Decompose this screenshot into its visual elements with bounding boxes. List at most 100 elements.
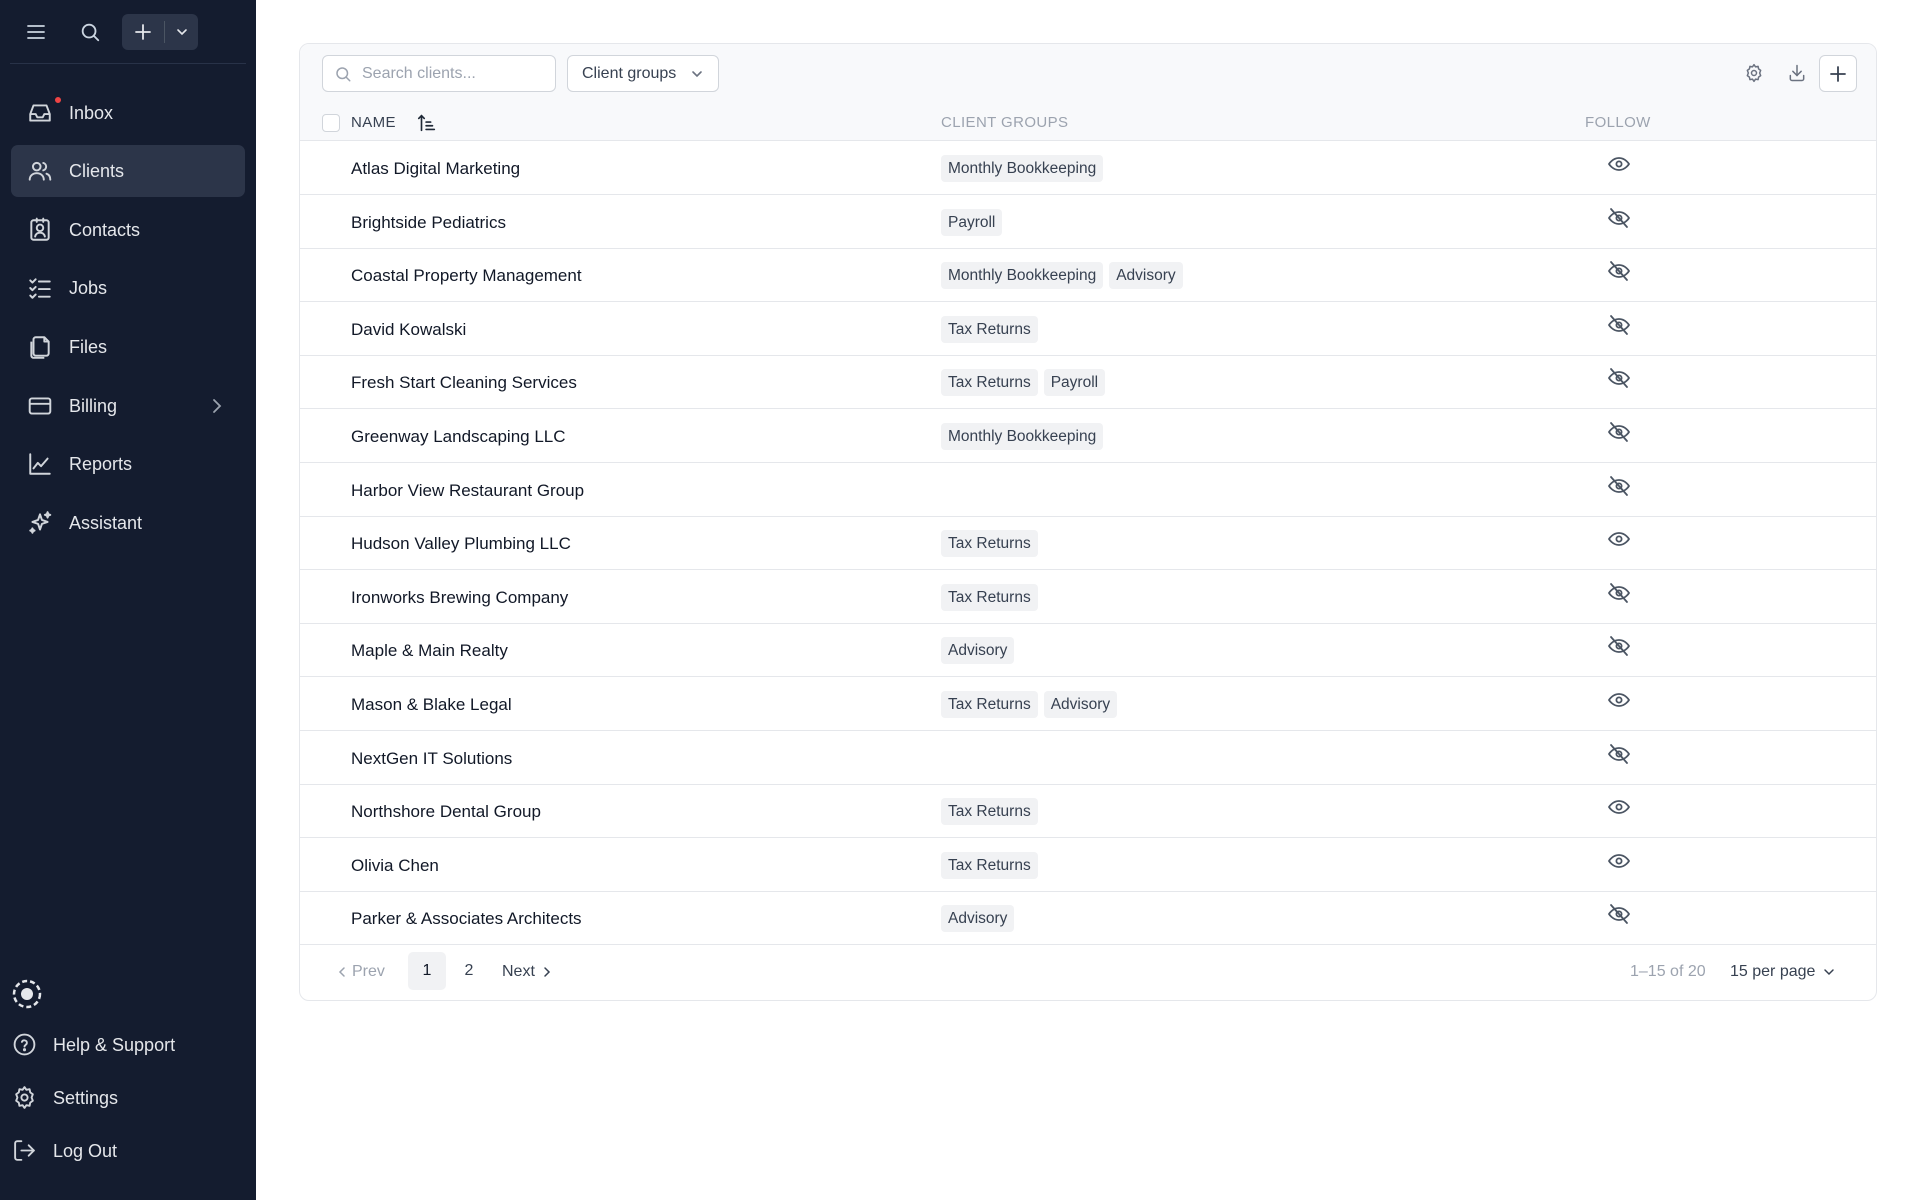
sidebar-item-clients[interactable]: Clients: [11, 145, 245, 197]
client-group-tag: Tax Returns: [941, 798, 1038, 826]
client-group-tag: Monthly Bookkeeping: [941, 155, 1104, 182]
hamburger-icon[interactable]: [22, 18, 50, 46]
sidebar-item-inbox[interactable]: Inbox: [11, 87, 245, 139]
client-group-tag: Advisory: [941, 637, 1015, 665]
client-name[interactable]: Olivia Chen: [351, 855, 439, 876]
eye-off-icon[interactable]: [1607, 581, 1631, 605]
eye-icon[interactable]: [1607, 795, 1631, 819]
contact-card-icon: [27, 217, 53, 243]
eye-off-icon[interactable]: [1607, 742, 1631, 766]
client-groups-cell: Tax Returns: [941, 315, 1038, 343]
select-all-checkbox[interactable]: [322, 114, 340, 132]
chevron-down-icon: [1824, 969, 1835, 976]
sort-ascending-icon[interactable]: [416, 112, 438, 134]
client-groups-cell: Tax Returns Advisory: [941, 691, 1118, 718]
clients-table-card: Client groups NAME CLIENT GROUPS FOLLOW …: [299, 43, 1877, 1001]
page-button-1[interactable]: 1: [408, 952, 446, 990]
table-row[interactable]: David Kowalski Tax Returns: [300, 303, 1876, 356]
client-name[interactable]: Hudson Valley Plumbing LLC: [351, 533, 571, 554]
eye-off-icon[interactable]: [1607, 259, 1631, 283]
eye-icon[interactable]: [1607, 152, 1631, 176]
sidebar-item-contacts[interactable]: Contacts: [11, 204, 245, 256]
gear-icon: [12, 1085, 37, 1110]
client-group-tag: Tax Returns: [941, 369, 1038, 397]
table-row[interactable]: Harbor View Restaurant Group: [300, 464, 1876, 517]
client-name[interactable]: Maple & Main Realty: [351, 640, 508, 661]
client-groups-cell: Tax Returns: [941, 798, 1038, 826]
search-input[interactable]: [362, 64, 552, 83]
client-groups-cell: Monthly Bookkeeping Advisory: [941, 262, 1183, 290]
page-range-text: 1–15 of 20: [1630, 963, 1706, 980]
eye-off-icon[interactable]: [1607, 634, 1631, 658]
per-page-select[interactable]: 15 per page: [1730, 962, 1835, 982]
client-name[interactable]: Brightside Pediatrics: [351, 212, 506, 233]
table-row[interactable]: Fresh Start Cleaning Services Tax Returns…: [300, 356, 1876, 410]
eye-off-icon[interactable]: [1607, 902, 1631, 926]
table-row[interactable]: Ironworks Brewing Company Tax Returns: [300, 571, 1876, 624]
eye-off-icon[interactable]: [1607, 420, 1631, 444]
sparkles-icon: [27, 510, 53, 536]
eye-off-icon[interactable]: [1607, 474, 1631, 498]
page-button-2[interactable]: 2: [450, 952, 488, 990]
eye-off-icon[interactable]: [1607, 206, 1631, 230]
chevron-down-icon[interactable]: [165, 14, 198, 50]
table-row[interactable]: Brightside Pediatrics Payroll: [300, 196, 1876, 249]
plus-icon[interactable]: [122, 14, 164, 50]
chevron-right-icon: [544, 967, 550, 977]
table-row[interactable]: Greenway Landscaping LLC Monthly Bookkeep…: [300, 410, 1876, 463]
sidebar-item-label: Clients: [69, 161, 125, 181]
table-row[interactable]: Northshore Dental Group Tax Returns: [300, 785, 1876, 839]
sidebar-item-reports[interactable]: Reports: [11, 438, 245, 490]
client-name[interactable]: Parker & Associates Architects: [351, 908, 582, 929]
client-group-tag: Advisory: [1109, 262, 1183, 290]
client-name[interactable]: Mason & Blake Legal: [351, 694, 512, 715]
table-row[interactable]: NextGen IT Solutions: [300, 732, 1876, 785]
table-row[interactable]: Maple & Main Realty Advisory: [300, 624, 1876, 678]
client-name[interactable]: Ironworks Brewing Company: [351, 587, 568, 608]
client-name[interactable]: David Kowalski: [351, 319, 466, 340]
table-settings-icon[interactable]: [1740, 59, 1768, 87]
help-circle-icon: [12, 1032, 37, 1057]
prev-page-button[interactable]: Prev: [336, 962, 385, 982]
client-groups-dropdown[interactable]: Client groups: [567, 55, 719, 92]
client-name[interactable]: Coastal Property Management: [351, 265, 582, 286]
eye-off-icon[interactable]: [1607, 313, 1631, 337]
client-group-tag: Monthly Bookkeeping: [941, 423, 1104, 450]
client-name[interactable]: Greenway Landscaping LLC: [351, 426, 566, 447]
sidebar-item-files[interactable]: Files: [11, 321, 245, 373]
table-row[interactable]: Hudson Valley Plumbing LLC Tax Returns: [300, 517, 1876, 571]
eye-off-icon[interactable]: [1607, 366, 1631, 390]
client-name[interactable]: Atlas Digital Marketing: [351, 158, 520, 179]
column-header-name[interactable]: NAME: [351, 114, 396, 132]
create-button[interactable]: [122, 14, 198, 50]
next-page-button[interactable]: Next: [502, 962, 553, 982]
sidebar-item-jobs[interactable]: Jobs: [11, 262, 245, 314]
client-name[interactable]: Harbor View Restaurant Group: [351, 480, 584, 501]
help-support-link[interactable]: Help & Support: [0, 1022, 256, 1066]
client-group-tag: Monthly Bookkeeping: [941, 262, 1104, 290]
sidebar-item-assistant[interactable]: Assistant: [11, 497, 245, 549]
search-icon[interactable]: [76, 18, 104, 46]
add-client-button[interactable]: [1819, 55, 1857, 92]
settings-link[interactable]: Settings: [0, 1075, 256, 1119]
eye-icon[interactable]: [1607, 527, 1631, 551]
table-row[interactable]: Parker & Associates Architects Advisory: [300, 892, 1876, 946]
sidebar-item-label: Reports: [69, 454, 133, 474]
table-row[interactable]: Olivia Chen Tax Returns: [300, 839, 1876, 892]
sidebar-item-billing[interactable]: Billing: [11, 380, 245, 432]
eye-icon[interactable]: [1607, 849, 1631, 873]
search-field[interactable]: [322, 55, 556, 92]
table-row[interactable]: Atlas Digital Marketing Monthly Bookkeepi…: [300, 142, 1876, 195]
client-name[interactable]: Northshore Dental Group: [351, 801, 541, 822]
table-row[interactable]: Coastal Property Management Monthly Bookk…: [300, 249, 1876, 303]
download-icon[interactable]: [1783, 59, 1811, 87]
client-groups-cell: Tax Returns: [941, 583, 1038, 611]
chevron-right-icon[interactable]: [207, 396, 227, 416]
prev-label: Prev: [352, 963, 385, 980]
client-name[interactable]: Fresh Start Cleaning Services: [351, 372, 577, 393]
client-name[interactable]: NextGen IT Solutions: [351, 748, 512, 769]
next-label: Next: [502, 963, 535, 980]
logout-link[interactable]: Log Out: [0, 1128, 256, 1172]
eye-icon[interactable]: [1607, 688, 1631, 712]
table-row[interactable]: Mason & Blake Legal Tax Returns Advisory: [300, 678, 1876, 731]
